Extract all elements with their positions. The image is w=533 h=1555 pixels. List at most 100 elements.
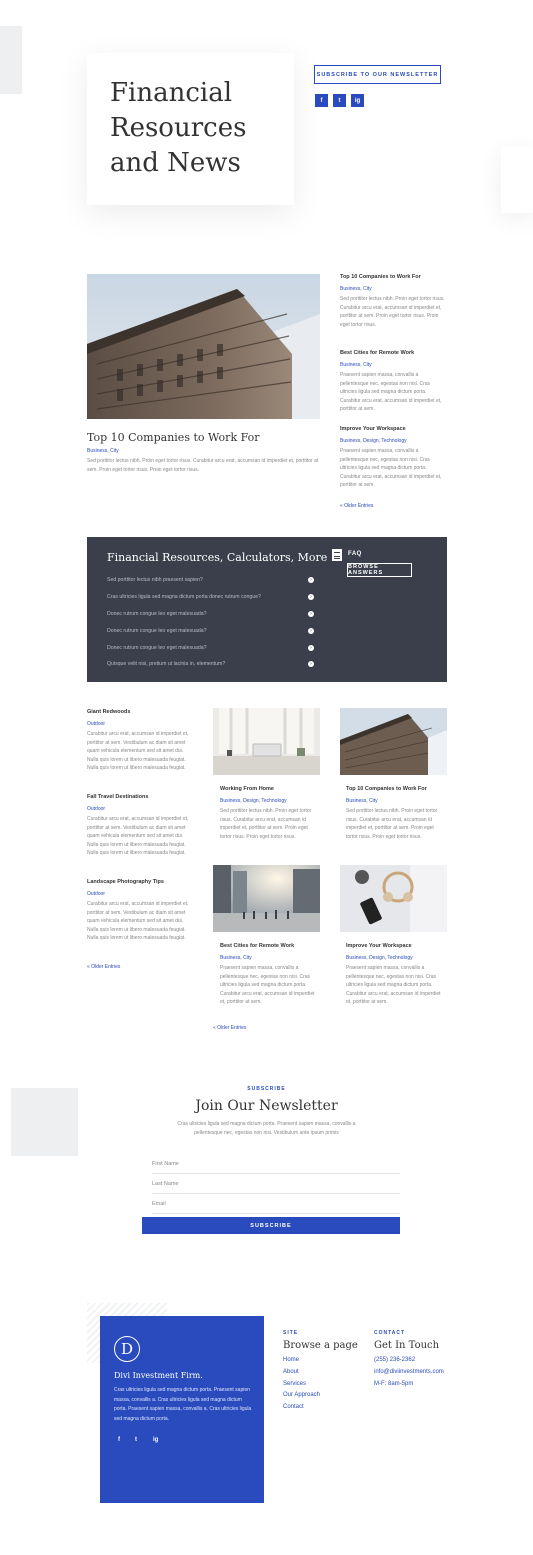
- footer-about-text: Cras ultricies ligula sed magna dictum p…: [114, 1387, 252, 1422]
- list-post-meta[interactable]: Outdoor: [87, 806, 189, 812]
- building-image: [87, 274, 320, 419]
- grid-post: Best Cities for Remote Work Business, Ci…: [220, 943, 320, 1007]
- page-title: Financial Resources and News: [110, 76, 280, 181]
- grid-post-meta[interactable]: Business, City: [346, 798, 446, 804]
- grid-post-title[interactable]: Improve Your Workspace: [346, 943, 446, 949]
- list-post: Fall Travel Destinations Outdoor Curabit…: [87, 794, 189, 858]
- instagram-icon[interactable]: ig: [153, 1437, 158, 1443]
- title-line: and News: [110, 148, 241, 178]
- faq-question[interactable]: Donec rutrum congue leo eget malesuada?: [107, 628, 317, 634]
- older-entries-link[interactable]: « Older Entries: [340, 503, 373, 509]
- grid-post-image[interactable]: [340, 865, 447, 932]
- title-line: Resources: [110, 113, 247, 143]
- list-post-title[interactable]: Landscape Photography Tips: [87, 879, 189, 885]
- grid-post-image[interactable]: [213, 865, 320, 932]
- newsletter-label: SUBSCRIBE: [247, 1086, 286, 1092]
- featured-post-title[interactable]: Top 10 Companies to Work For: [87, 431, 260, 444]
- workspace-image: [340, 865, 447, 932]
- newsletter-text: Cras ultricies ligula sed magna dictum p…: [177, 1121, 356, 1136]
- faq-question[interactable]: Quisque velit nisi, pretium ut lacinia i…: [107, 661, 317, 667]
- footer-link-about[interactable]: About: [283, 1369, 299, 1375]
- contact-hours: M-F: 8am-5pm: [374, 1381, 414, 1387]
- newsletter-title: Join Our Newsletter: [195, 1098, 338, 1114]
- first-name-input[interactable]: First Name: [152, 1154, 400, 1174]
- instagram-icon[interactable]: ig: [351, 94, 364, 107]
- twitter-icon[interactable]: t: [135, 1437, 137, 1443]
- older-entries-link[interactable]: « Older Entries: [213, 1025, 246, 1031]
- grid-post-meta[interactable]: Business, City: [220, 955, 320, 961]
- faq-question[interactable]: Sed porttitor lectus nibh praesent sapie…: [107, 577, 317, 583]
- side-post-title[interactable]: Best Cities for Remote Work: [340, 350, 447, 356]
- grid-post-meta[interactable]: Business, Design, Technology: [346, 955, 446, 961]
- building-image: [340, 708, 447, 775]
- grid-post: Working From Home Business, Design, Tech…: [220, 786, 320, 841]
- featured-post-excerpt: Sed porttitor lectus nibh. Proin eget to…: [87, 458, 319, 473]
- older-entries-link[interactable]: « Older Entries: [87, 964, 120, 970]
- side-post-excerpt: Sed porttitor lectus nibh. Proin eget to…: [340, 296, 445, 328]
- faq-question[interactable]: Donec rutrum congue leo eget malesuada?: [107, 645, 317, 651]
- subscribe-newsletter-button[interactable]: SUBSCRIBE TO OUR NEWSLETTER: [314, 65, 441, 84]
- featured-post-image[interactable]: [87, 274, 320, 419]
- faq-question[interactable]: Cras ultricies ligula sed magna dictum p…: [107, 594, 317, 600]
- contact-phone[interactable]: (255) 236-2362: [374, 1357, 415, 1363]
- expand-icon[interactable]: ›: [308, 611, 314, 617]
- footer-link-home[interactable]: Home: [283, 1357, 299, 1363]
- list-post-excerpt: Curabitur arcu erat, accumsan id imperdi…: [87, 731, 189, 772]
- facebook-icon[interactable]: f: [315, 94, 328, 107]
- side-post-meta[interactable]: Business, Design, Technology: [340, 438, 447, 444]
- site-title: Browse a page: [283, 1340, 358, 1351]
- expand-icon[interactable]: ›: [308, 661, 314, 667]
- side-post: Best Cities for Remote Work Business, Ci…: [340, 350, 447, 414]
- faq-label: FAQ: [348, 551, 362, 557]
- side-post-meta[interactable]: Business, City: [340, 286, 447, 292]
- document-icon: [332, 549, 342, 561]
- expand-icon[interactable]: ›: [308, 628, 314, 634]
- expand-icon[interactable]: ›: [308, 594, 314, 600]
- faq-panel: Financial Resources, Calculators, More S…: [87, 537, 447, 682]
- grid-post-excerpt: Sed porttitor lectus nibh. Proin eget to…: [220, 808, 312, 840]
- grid-post-excerpt: Praesent sapien massa, convallis a pelle…: [220, 965, 315, 1006]
- grid-post: Top 10 Companies to Work For Business, C…: [346, 786, 446, 841]
- home-office-image: [213, 708, 320, 775]
- site-label: SITE: [283, 1330, 299, 1336]
- list-post-meta[interactable]: Outdoor: [87, 721, 189, 727]
- list-post-title[interactable]: Giant Redwoods: [87, 709, 189, 715]
- side-post-title[interactable]: Improve Your Workspace: [340, 426, 447, 432]
- grid-post-image[interactable]: [340, 708, 447, 775]
- expand-icon[interactable]: ›: [308, 645, 314, 651]
- featured-post-meta[interactable]: Business, City: [87, 448, 119, 454]
- side-post: Top 10 Companies to Work For Business, C…: [340, 274, 447, 329]
- twitter-icon[interactable]: t: [333, 94, 346, 107]
- list-post-title[interactable]: Fall Travel Destinations: [87, 794, 189, 800]
- side-post-title[interactable]: Top 10 Companies to Work For: [340, 274, 447, 280]
- footer-link-contact[interactable]: Contact: [283, 1404, 304, 1410]
- grid-post: Improve Your Workspace Business, Design,…: [346, 943, 446, 1007]
- list-post: Giant Redwoods Outdoor Curabitur arcu er…: [87, 709, 189, 773]
- footer-link-approach[interactable]: Our Approach: [283, 1392, 320, 1398]
- newsletter-subscribe-button[interactable]: SUBSCRIBE: [142, 1217, 400, 1234]
- side-post-meta[interactable]: Business, City: [340, 362, 447, 368]
- grid-post-meta[interactable]: Business, Design, Technology: [220, 798, 320, 804]
- grid-post-title[interactable]: Best Cities for Remote Work: [220, 943, 320, 949]
- faq-question[interactable]: Donec rutrum congue leo eget malesuada?: [107, 611, 317, 617]
- list-post-meta[interactable]: Outdoor: [87, 891, 189, 897]
- browse-answers-button[interactable]: BROWSE ANSWERS: [347, 563, 412, 577]
- footer-brand-card: D Divi Investment Firm. Cras ultricies l…: [100, 1316, 264, 1503]
- grid-post-excerpt: Praesent sapien massa, convallis a pelle…: [346, 965, 441, 1006]
- expand-icon[interactable]: ›: [308, 577, 314, 583]
- email-input[interactable]: Email: [152, 1194, 400, 1214]
- facebook-icon[interactable]: f: [118, 1437, 120, 1443]
- grid-post-title[interactable]: Top 10 Companies to Work For: [346, 786, 446, 792]
- footer-link-services[interactable]: Services: [283, 1381, 306, 1387]
- grid-post-title[interactable]: Working From Home: [220, 786, 320, 792]
- list-post-excerpt: Curabitur arcu erat, accumsan id imperdi…: [87, 816, 189, 857]
- contact-label: CONTACT: [374, 1330, 406, 1336]
- side-post-excerpt: Praesent sapien massa, convallis a pelle…: [340, 448, 442, 489]
- decor-block: [501, 147, 533, 213]
- last-name-input[interactable]: Last Name: [152, 1174, 400, 1194]
- faq-panel-title: Financial Resources, Calculators, More: [107, 551, 328, 564]
- list-post-excerpt: Curabitur arcu erat, accumsan id imperdi…: [87, 901, 189, 942]
- list-post: Landscape Photography Tips Outdoor Curab…: [87, 879, 189, 943]
- grid-post-image[interactable]: [213, 708, 320, 775]
- contact-email[interactable]: info@diviinvestments.com: [374, 1369, 444, 1375]
